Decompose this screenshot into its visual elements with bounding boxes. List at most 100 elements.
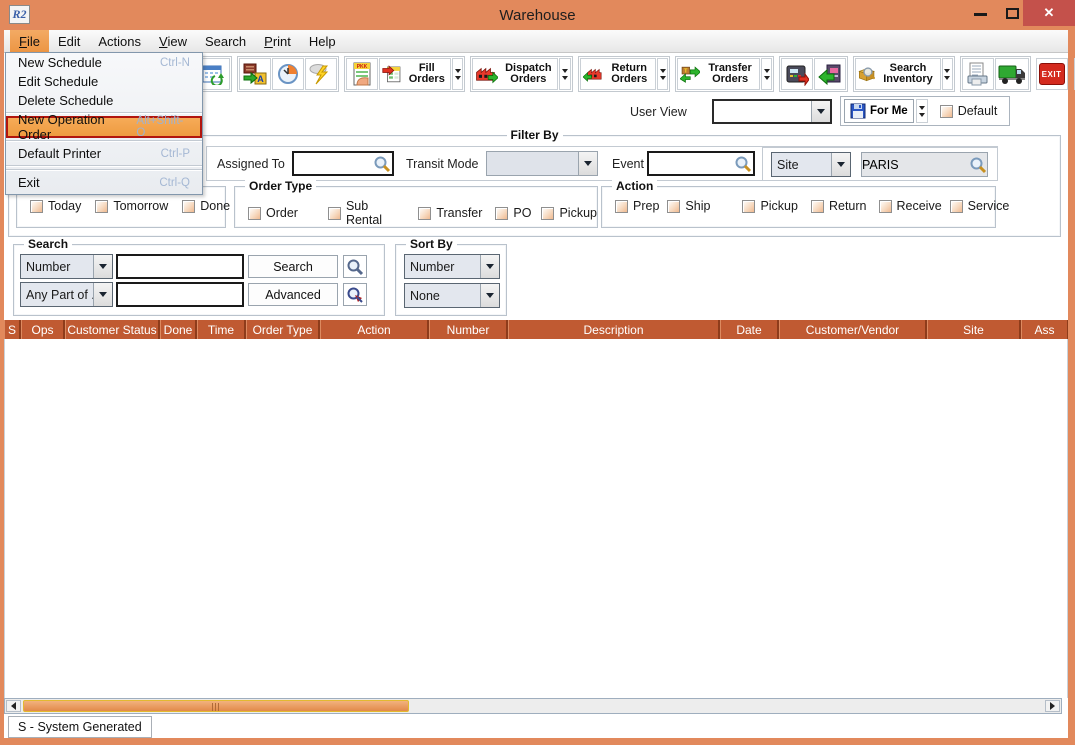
title-bar: R2 Warehouse ✕ bbox=[0, 0, 1075, 30]
site-search-input[interactable] bbox=[862, 158, 969, 172]
transfer-checkbox[interactable] bbox=[418, 207, 431, 220]
column-header-customer-status[interactable]: Customer Status bbox=[65, 320, 159, 339]
return-checkbox[interactable] bbox=[811, 200, 824, 213]
transit-mode-dropdown-button[interactable] bbox=[578, 152, 597, 175]
pickup-action-checkbox[interactable] bbox=[742, 200, 755, 213]
done-checkbox[interactable] bbox=[182, 200, 195, 213]
for-me-button[interactable]: For Me bbox=[844, 99, 914, 123]
column-header-ops[interactable]: Ops bbox=[21, 320, 64, 339]
table-body[interactable] bbox=[4, 339, 1068, 698]
maximize-button[interactable] bbox=[1006, 8, 1019, 19]
today-checkbox-item: Today bbox=[30, 199, 81, 213]
menu-file[interactable]: File bbox=[10, 30, 49, 52]
fill-orders-dropdown[interactable] bbox=[452, 58, 463, 90]
site-search-icon[interactable] bbox=[969, 156, 987, 174]
search-inventory-dropdown[interactable] bbox=[942, 58, 953, 90]
menu-item-delete-schedule[interactable]: Delete Schedule bbox=[6, 91, 202, 110]
column-header-description[interactable]: Description bbox=[508, 320, 719, 339]
scroll-left-button[interactable] bbox=[6, 700, 21, 712]
column-header-customer-vendor[interactable]: Customer/Vendor bbox=[779, 320, 926, 339]
default-checkbox[interactable] bbox=[940, 105, 953, 118]
return-orders-dropdown[interactable] bbox=[657, 58, 667, 90]
assigned-to-search-icon[interactable] bbox=[373, 155, 391, 173]
search-type2-combobox[interactable]: Any Part of ... bbox=[20, 282, 113, 307]
column-header-order-type[interactable]: Order Type bbox=[246, 320, 319, 339]
close-button[interactable]: ✕ bbox=[1023, 0, 1075, 26]
scrollbar-thumb[interactable] bbox=[23, 700, 409, 712]
assigned-to-input[interactable] bbox=[294, 153, 373, 174]
menu-item-new-operation-order[interactable]: New Operation Order Alt+Shift-O bbox=[6, 116, 202, 138]
quick-action-button[interactable] bbox=[305, 58, 337, 90]
menu-item-default-printer[interactable]: Default Printer Ctrl-P bbox=[6, 144, 202, 163]
search-type1-combobox[interactable]: Number bbox=[20, 254, 113, 279]
sub-rental-checkbox[interactable] bbox=[328, 207, 341, 220]
for-me-dropdown[interactable] bbox=[916, 99, 928, 123]
menu-print[interactable]: Print bbox=[255, 30, 300, 52]
goto-item-button[interactable]: A bbox=[239, 58, 271, 90]
column-header-site[interactable]: Site bbox=[927, 320, 1020, 339]
menu-item-edit-schedule[interactable]: Edit Schedule bbox=[6, 72, 202, 91]
search-magnifier-button[interactable] bbox=[343, 255, 367, 278]
minimize-button[interactable] bbox=[974, 13, 987, 16]
event-input[interactable] bbox=[649, 153, 734, 174]
register-button[interactable] bbox=[781, 58, 813, 90]
column-header-action[interactable]: Action bbox=[320, 320, 428, 339]
menu-view[interactable]: View bbox=[150, 30, 196, 52]
today-checkbox[interactable] bbox=[30, 200, 43, 213]
sort-secondary-dropdown-button[interactable] bbox=[480, 284, 499, 307]
site-combobox[interactable]: Site bbox=[771, 152, 851, 177]
menu-item-exit[interactable]: Exit Ctrl-Q bbox=[6, 173, 202, 192]
print-list-button[interactable] bbox=[962, 58, 994, 90]
search-button[interactable]: Search bbox=[248, 255, 338, 278]
ship-checkbox[interactable] bbox=[667, 200, 680, 213]
picking-button[interactable]: PKK bbox=[346, 58, 378, 90]
transit-mode-combobox[interactable] bbox=[486, 151, 598, 176]
sort-secondary-combobox[interactable]: None bbox=[404, 283, 500, 308]
column-header-number[interactable]: Number bbox=[429, 320, 507, 339]
menu-edit[interactable]: Edit bbox=[49, 30, 89, 52]
sort-primary-combobox[interactable]: Number bbox=[404, 254, 500, 279]
site-dropdown-button[interactable] bbox=[831, 153, 850, 176]
column-header-time[interactable]: Time bbox=[197, 320, 245, 339]
scroll-right-button[interactable] bbox=[1045, 700, 1060, 712]
transfer-orders-dropdown[interactable] bbox=[761, 58, 772, 90]
prep-checkbox[interactable] bbox=[615, 200, 628, 213]
receive-checkbox[interactable] bbox=[879, 200, 892, 213]
service-checkbox[interactable] bbox=[950, 200, 963, 213]
dispatch-orders-button[interactable]: Dispatch Orders bbox=[472, 58, 558, 90]
user-view-dropdown-button[interactable] bbox=[811, 101, 830, 122]
column-header-date[interactable]: Date bbox=[720, 320, 778, 339]
po-checkbox[interactable] bbox=[495, 207, 508, 220]
search-input1[interactable] bbox=[118, 256, 242, 277]
menu-item-new-schedule[interactable]: New Schedule Ctrl-N bbox=[6, 53, 202, 72]
menu-search[interactable]: Search bbox=[196, 30, 255, 52]
dispatch-orders-dropdown[interactable] bbox=[559, 58, 570, 90]
tomorrow-checkbox[interactable] bbox=[95, 200, 108, 213]
search-type2-dropdown-button[interactable] bbox=[93, 283, 112, 306]
search-inventory-button[interactable]: Search Inventory bbox=[855, 58, 941, 90]
search-input2[interactable] bbox=[118, 284, 242, 305]
transfer-orders-button[interactable]: T Transfer Orders bbox=[677, 58, 761, 90]
horizontal-scrollbar[interactable] bbox=[4, 698, 1062, 714]
truck-button[interactable] bbox=[995, 58, 1029, 90]
sort-primary-dropdown-button[interactable] bbox=[480, 255, 499, 278]
fill-orders-button[interactable]: Fill Orders bbox=[379, 58, 451, 90]
event-search-icon[interactable] bbox=[734, 155, 752, 173]
advanced-button[interactable]: Advanced bbox=[248, 283, 338, 306]
column-header-assigned[interactable]: Ass bbox=[1021, 320, 1068, 339]
order-checkbox[interactable] bbox=[248, 207, 261, 220]
pickup-type-checkbox[interactable] bbox=[541, 207, 554, 220]
exit-button[interactable]: EXIT bbox=[1036, 58, 1068, 90]
time-clock-button[interactable] bbox=[272, 58, 304, 90]
return-orders-button[interactable]: Return Orders bbox=[580, 58, 657, 90]
search-type1-dropdown-button[interactable] bbox=[93, 255, 112, 278]
column-header-done[interactable]: Done bbox=[160, 320, 196, 339]
picking-icon: PKK bbox=[351, 62, 373, 86]
default-printer-shortcut: Ctrl-P bbox=[161, 148, 190, 160]
menu-actions[interactable]: Actions bbox=[89, 30, 150, 52]
column-header-s[interactable]: S bbox=[4, 320, 20, 339]
advanced-search-button[interactable] bbox=[343, 283, 367, 306]
receive-device-button[interactable] bbox=[814, 58, 846, 90]
user-view-combobox[interactable] bbox=[712, 99, 832, 124]
menu-help[interactable]: Help bbox=[300, 30, 345, 52]
